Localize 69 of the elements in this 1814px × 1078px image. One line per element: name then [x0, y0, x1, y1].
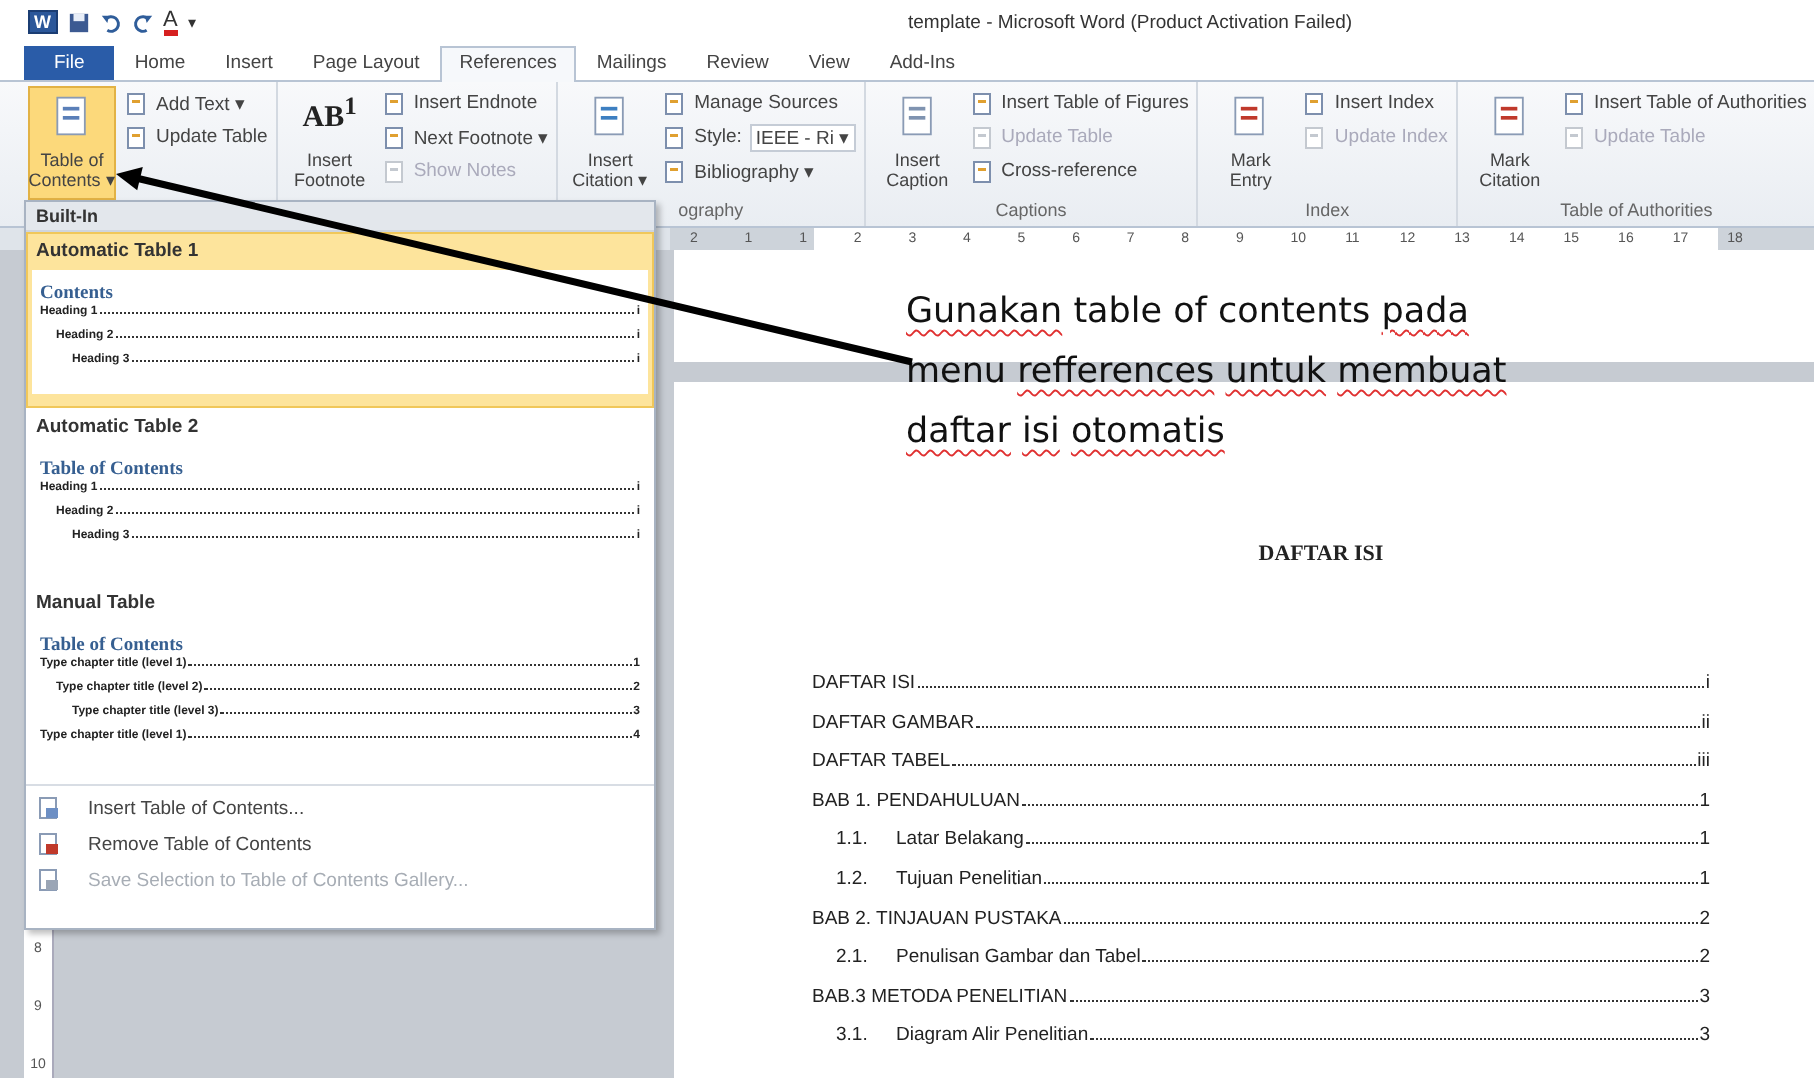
group-label: Table of Authorities [1560, 200, 1713, 220]
ribbon-button[interactable]: Bibliography ▾ [662, 156, 856, 186]
ribbon-button[interactable]: Add Text ▾ [124, 88, 268, 118]
ribbon-tab[interactable]: Page Layout [292, 46, 440, 80]
ribbon-tab[interactable]: Add-Ins [869, 46, 976, 80]
toc-entry: BAB.3 METODA PENELITIAN 3 [812, 985, 1710, 1012]
document-icon [124, 125, 148, 149]
ribbon-button[interactable]: Cross-reference [969, 156, 1189, 186]
ribbon-button[interactable]: Insert Caption [873, 86, 962, 200]
ribbon-button[interactable]: Insert Table of Authorities [1561, 88, 1807, 118]
toc-entry: 1.1. Latar Belakang 1 [834, 828, 1710, 855]
ribbon-button[interactable]: Mark Citation [1465, 86, 1554, 200]
ribbon-tab[interactable]: Review [686, 46, 789, 80]
ribbon-button[interactable]: AB$^{1}$ Insert Footnote [285, 86, 374, 200]
ribbon-button[interactable]: Manage Sources [662, 88, 856, 118]
window-title: template - Microsoft Word (Product Activation Failed) [908, 11, 1353, 33]
ribbon-button[interactable]: Insert Index [1302, 88, 1448, 118]
document-icon [381, 159, 406, 183]
document-heading: DAFTAR ISI [1256, 542, 1386, 566]
toc-entry: DAFTAR GAMBAR ii [812, 711, 1710, 738]
document-icon [662, 91, 687, 115]
ribbon-button[interactable]: Insert Citation ▾ [566, 86, 655, 200]
menu-header: Built-In [26, 202, 654, 232]
document-icon [36, 796, 60, 820]
ribbon-tab[interactable]: File [24, 46, 115, 80]
group-label: Index [1305, 200, 1350, 220]
document-icon [662, 159, 687, 183]
annotation-text: Gunakan table of contents pada menu refferences untuk membuat daftar isi otomatis [906, 290, 1509, 456]
ribbon-tab[interactable]: Home [114, 46, 206, 80]
document-icon [36, 832, 60, 856]
toc-entry: DAFTAR ISI i [812, 672, 1710, 698]
document-icon [36, 868, 60, 892]
undo-icon[interactable] [99, 11, 121, 33]
save-icon[interactable] [67, 11, 89, 33]
document-icon [1561, 91, 1586, 115]
document-icon [969, 159, 994, 183]
group-label: ography [678, 200, 744, 220]
font-color-button[interactable]: A [163, 9, 178, 35]
menu-item[interactable]: Insert Table of Contents... [26, 790, 654, 826]
toc-entry: 3.1. Diagram Alir Penelitian 3 [834, 1024, 1710, 1051]
customize-button[interactable]: ▾ [187, 13, 196, 31]
document-icon [124, 91, 148, 115]
document-icon [381, 125, 406, 149]
redo-icon[interactable] [131, 11, 153, 33]
toc-entry: 1.2. Tujuan Penelitian 1 [834, 867, 1710, 894]
document-icon [1302, 91, 1327, 115]
document-icon [969, 91, 994, 115]
ribbon-tab[interactable]: Insert [205, 46, 293, 80]
toc-entry: BAB 1. PENDAHULUAN 1 [812, 789, 1710, 816]
ribbon-button[interactable]: Mark Entry [1206, 86, 1295, 200]
ribbon-button[interactable]: Table of Contents ▾ [28, 86, 116, 200]
word-logo[interactable]: W [28, 10, 57, 34]
ribbon-tab[interactable]: Mailings [576, 46, 687, 80]
toc-entry: BAB 2. TINJAUAN PUSTAKA 2 [812, 907, 1710, 934]
document-icon [1561, 125, 1586, 149]
ribbon-button[interactable]: Insert Table of Figures [969, 88, 1189, 118]
ribbon-tab[interactable]: View [788, 46, 870, 80]
menu-item[interactable]: Remove Table of Contents [26, 826, 654, 862]
ribbon-tab[interactable]: References [439, 46, 577, 82]
document-icon [381, 91, 406, 115]
ribbon-button[interactable]: Next Footnote ▾ [381, 122, 549, 152]
ribbon-button[interactable]: Update Table [124, 122, 268, 152]
document-icon [1302, 125, 1327, 149]
ribbon-button[interactable]: Insert Endnote [381, 88, 549, 118]
document-icon [969, 125, 994, 149]
group-label: Captions [995, 200, 1067, 220]
document-icon [662, 125, 687, 149]
toc-entry: 2.1. Penulisan Gambar dan Tabel 2 [834, 946, 1710, 973]
toc-entry: DAFTAR TABEL iii [812, 750, 1710, 777]
